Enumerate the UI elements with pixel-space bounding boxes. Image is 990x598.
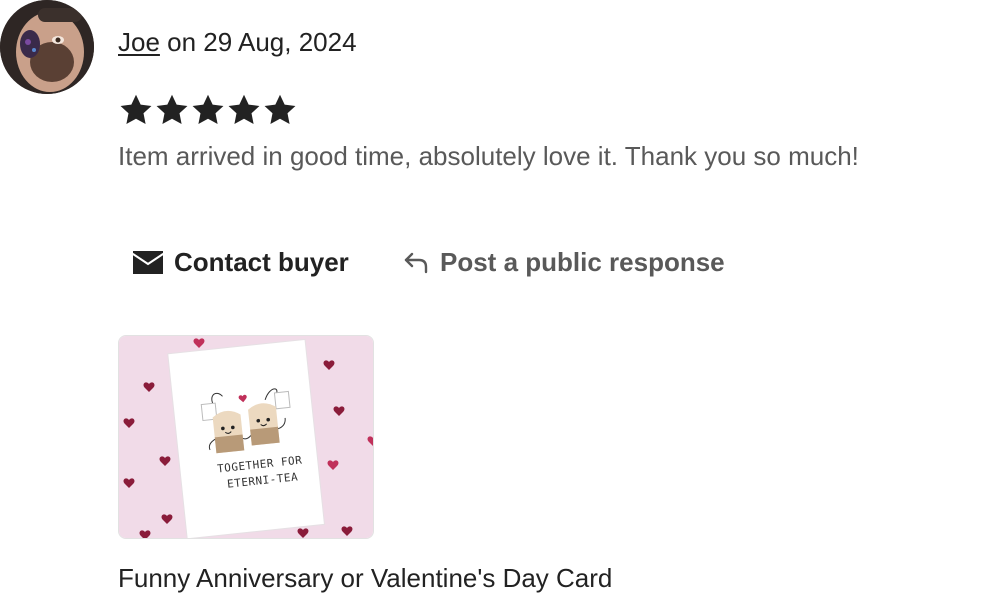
product-title-link[interactable]: Funny Anniversary or Valentine's Day Car… [118,562,612,594]
star-icon [156,94,188,124]
post-public-response-button[interactable]: Post a public response [402,242,725,282]
review-date: on 29 Aug, 2024 [159,27,357,57]
product-thumbnail[interactable]: TOGETHER FOR ETERNI-TEA [118,335,374,539]
contact-buyer-label: Contact buyer [174,246,349,277]
review-text: Item arrived in good time, absolutely lo… [118,141,859,171]
star-icon [264,94,296,124]
star-icon [120,94,152,124]
star-icon [228,94,260,124]
review-meta: Joe on 29 Aug, 2024 [118,26,357,58]
reviewer-avatar[interactable] [0,0,94,94]
card-image [119,336,373,538]
avatar-image [0,0,94,94]
reviewer-name-link[interactable]: Joe [118,27,160,57]
envelope-icon [132,248,164,276]
star-rating [118,92,298,128]
contact-buyer-button[interactable]: Contact buyer [132,242,349,282]
reply-arrow-icon [402,248,430,276]
star-icon [192,94,224,124]
post-public-response-label: Post a public response [440,246,725,277]
